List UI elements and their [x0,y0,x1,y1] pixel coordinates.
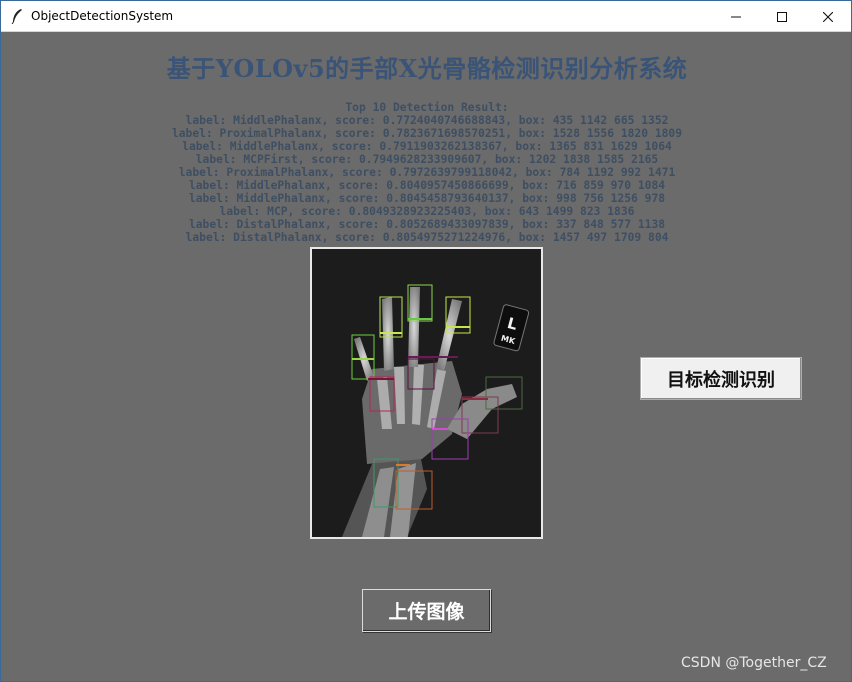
detection-results: Top 10 Detection Result: label: MiddlePh… [1,101,852,244]
feather-icon [11,9,22,24]
result-line: label: DistalPhalanx, score: 0.805268943… [188,218,666,231]
close-icon [823,11,833,22]
result-line: label: DistalPhalanx, score: 0.805497527… [185,231,669,244]
maximize-icon [777,11,787,22]
result-line: label: MCP, score: 0.8049328923225403, b… [219,205,635,218]
result-line: label: MiddlePhalanx, score: 0.804095745… [188,179,666,192]
xray-image: L MK [310,247,543,539]
title-bar[interactable]: ObjectDetectionSystem [1,1,851,32]
result-line: label: ProximalPhalanx, score: 0.7823671… [171,127,683,140]
result-line: label: MiddlePhalanx, score: 0.772404074… [185,114,669,127]
main-content: 基于YOLOv5的手部X光骨骼检测识别分析系统 Top 10 Detection… [1,33,851,681]
app-window: ObjectDetectionSystem 基于YOLOv5的手部X光骨骼检测识… [0,0,852,682]
minimize-icon [731,16,741,17]
window-title: ObjectDetectionSystem [31,9,174,23]
result-line: label: ProximalPhalanx, score: 0.7972639… [178,166,676,179]
result-line: label: MiddlePhalanx, score: 0.791190326… [182,140,672,153]
maximize-button[interactable] [759,1,805,32]
app-title: 基于YOLOv5的手部X光骨骼检测识别分析系统 [166,54,688,83]
detect-button[interactable]: 目标检测识别 [640,357,802,400]
minimize-button[interactable] [713,1,759,32]
result-line: label: MCPFirst, score: 0.79496282339096… [195,153,659,166]
hand-xray-graphic: L MK [312,249,541,537]
csdn-watermark: CSDN @Together_CZ [681,655,827,671]
close-button[interactable] [805,1,851,32]
results-header: Top 10 Detection Result: [345,101,509,114]
result-line: label: MiddlePhalanx, score: 0.804545879… [188,192,666,205]
upload-image-button[interactable]: 上传图像 [362,589,491,632]
